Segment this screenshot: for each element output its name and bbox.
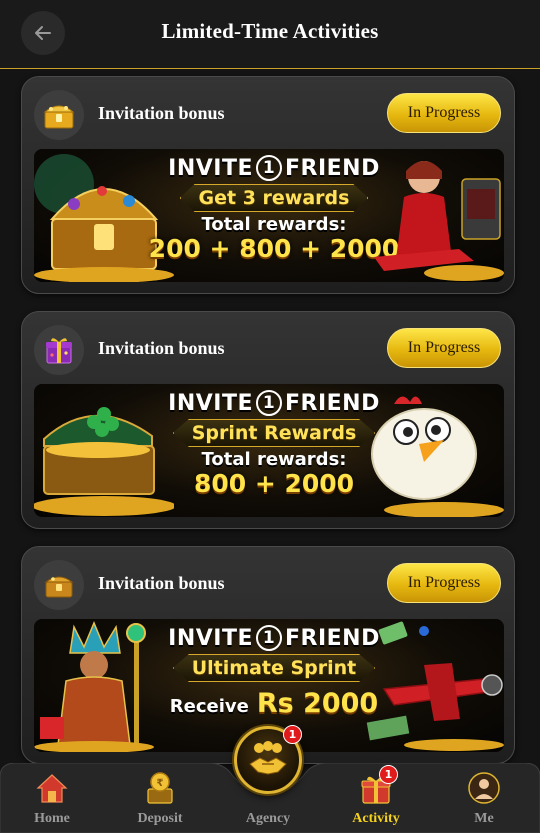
invite-headline: INVITE 1 FRIEND — [168, 155, 380, 181]
agency-button[interactable]: 1 — [234, 725, 302, 794]
nav-item-home[interactable]: Home — [10, 771, 94, 833]
banner-receive: Receive Rs 2000 — [170, 688, 378, 719]
banner-subtitle: Total rewards: — [201, 449, 347, 470]
nav-label: Agency — [245, 811, 291, 826]
invite-headline: INVITE 1 FRIEND — [168, 625, 380, 651]
banner-art-left — [34, 384, 176, 517]
invite-prefix: INVITE — [168, 625, 253, 651]
nav-label: Activity — [352, 811, 400, 826]
chicken-art — [371, 396, 504, 517]
banner-art-right — [364, 619, 504, 752]
nav-label: Me — [474, 811, 494, 826]
home-icon — [35, 771, 69, 805]
nav-item-me[interactable]: Me — [442, 771, 526, 833]
activity-banner[interactable]: INVITE 1 FRIEND Get 3 rewards Total rewa… — [34, 149, 504, 282]
page-title: Limited-Time Activities — [161, 19, 379, 43]
in-progress-button[interactable]: In Progress — [387, 328, 501, 368]
invite-headline: INVITE 1 FRIEND — [168, 390, 380, 416]
invite-prefix: INVITE — [168, 155, 253, 181]
invite-count: 1 — [256, 390, 282, 416]
gift-box-icon — [46, 338, 72, 364]
banner-text: INVITE 1 FRIEND Sprint Rewards Total rew… — [164, 388, 384, 513]
treasure-chest-icon — [43, 105, 75, 129]
banner-ribbon: Sprint Rewards — [172, 419, 376, 447]
gift-icon: 1 — [359, 765, 398, 805]
receive-label: Receive — [169, 696, 249, 717]
nav-label: Home — [34, 811, 70, 826]
activity-icon-wrap — [34, 90, 84, 140]
activity-icon-wrap — [34, 325, 84, 375]
svg-text:₹: ₹ — [157, 778, 164, 789]
banner-amount: 200 + 800 + 2000 — [148, 234, 400, 263]
banner-art-right — [364, 384, 504, 517]
activity-title: Invitation bonus — [98, 338, 225, 358]
in-progress-button[interactable]: In Progress — [387, 93, 501, 133]
invite-prefix: INVITE — [168, 390, 253, 416]
banner-ribbon: Ultimate Sprint — [172, 654, 376, 682]
banner-amount: Rs 2000 — [256, 688, 379, 719]
banner-text: INVITE 1 FRIEND Get 3 rewards Total rewa… — [149, 153, 399, 278]
aztec-king-art — [34, 621, 154, 752]
activity-icon-wrap — [34, 560, 84, 610]
banner-art-right — [364, 149, 504, 282]
activity-badge: 1 — [379, 765, 398, 784]
invite-count: 1 — [256, 155, 282, 181]
nav-item-activity[interactable]: 1 Activity — [334, 765, 418, 833]
banner-amount: 800 + 2000 — [193, 469, 355, 498]
deposit-icon: ₹ — [143, 771, 177, 805]
banner-ribbon: Get 3 rewards — [179, 184, 369, 212]
user-avatar-icon — [467, 771, 501, 805]
treasure-chest-icon — [44, 576, 74, 598]
banner-subtitle: Total rewards: — [201, 214, 347, 235]
activity-title: Invitation bonus — [98, 103, 225, 123]
activity-card[interactable]: Invitation bonus In Progress INVITE 1 FR… — [21, 311, 515, 529]
agency-badge: 1 — [283, 725, 302, 744]
activity-card[interactable]: Invitation bonus In Progress INVITE 1 FR… — [21, 76, 515, 294]
invite-count: 1 — [256, 625, 282, 651]
banner-art-left — [34, 619, 174, 752]
nav-label: Deposit — [137, 811, 183, 826]
handshake-icon — [249, 741, 287, 775]
pilot-girl-art — [374, 161, 504, 281]
red-plane-art — [366, 621, 504, 751]
clover-chest-art — [34, 407, 176, 516]
nav-item-deposit[interactable]: ₹ Deposit — [118, 771, 202, 833]
header: Limited-Time Activities — [0, 0, 540, 69]
activity-banner[interactable]: INVITE 1 FRIEND Sprint Rewards Total rew… — [34, 384, 504, 517]
in-progress-button[interactable]: In Progress — [387, 563, 501, 603]
activity-title: Invitation bonus — [98, 573, 225, 593]
